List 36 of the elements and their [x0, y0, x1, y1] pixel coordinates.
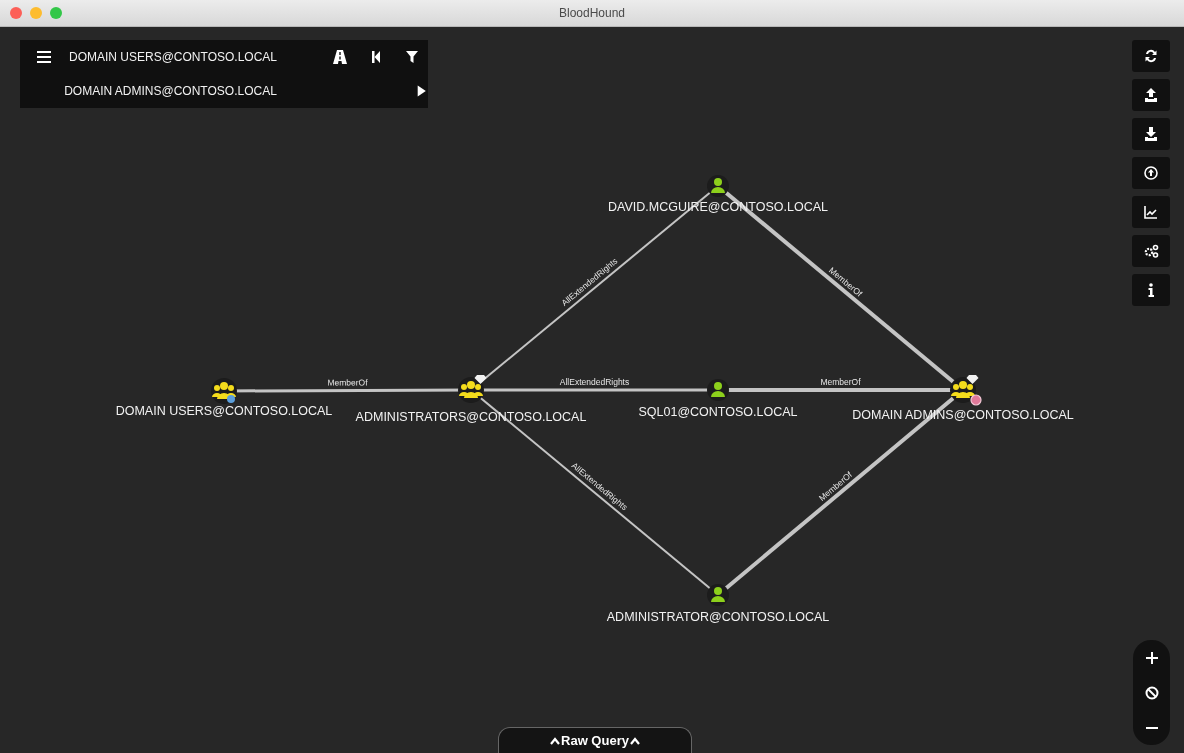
node-label: SQL01@CONTOSO.LOCAL [638, 405, 798, 419]
line-chart-icon [1142, 203, 1160, 221]
refresh-button[interactable] [1132, 40, 1170, 72]
download-icon [1142, 125, 1160, 143]
road-icon[interactable] [333, 50, 347, 64]
chevron-up-icon [629, 736, 640, 745]
reset-zoom-icon[interactable] [1143, 684, 1160, 701]
filter-icon[interactable] [405, 50, 419, 64]
target-node-field[interactable]: DOMAIN ADMINS@CONTOSO.LOCAL [64, 84, 281, 98]
line-chart-button[interactable] [1132, 196, 1170, 228]
start-node-field[interactable]: DOMAIN USERS@CONTOSO.LOCAL [69, 50, 309, 64]
settings-button[interactable] [1132, 235, 1170, 267]
skip-back-icon[interactable] [369, 50, 383, 64]
edge-label: MemberOf [820, 377, 861, 387]
group-icon[interactable] [211, 378, 237, 404]
download-button[interactable] [1132, 118, 1170, 150]
up-arrow-circle-icon [1142, 164, 1160, 182]
menu-icon[interactable] [37, 51, 51, 63]
chevron-up-icon [550, 736, 561, 745]
edge-label: AllExtendedRights [559, 377, 630, 387]
edge-label: MemberOf [327, 377, 368, 388]
upload-icon [1142, 86, 1160, 104]
user-icon[interactable] [707, 584, 729, 606]
window-title: BloodHound [558, 6, 626, 20]
play-icon[interactable] [415, 84, 428, 98]
up-arrow-circle-button[interactable] [1132, 157, 1170, 189]
user-icon[interactable] [707, 379, 729, 401]
info-button[interactable] [1132, 274, 1170, 306]
user-icon[interactable] [707, 175, 729, 197]
node-label: ADMINISTRATOR@CONTOSO.LOCAL [606, 610, 830, 624]
zoom-in-icon[interactable] [1143, 649, 1160, 666]
raw-query-tab[interactable]: Raw Query [498, 727, 692, 753]
upload-button[interactable] [1132, 79, 1170, 111]
settings-icon [1142, 242, 1160, 260]
group-icon[interactable] [458, 377, 484, 403]
node-label: DOMAIN USERS@CONTOSO.LOCAL [115, 404, 333, 418]
